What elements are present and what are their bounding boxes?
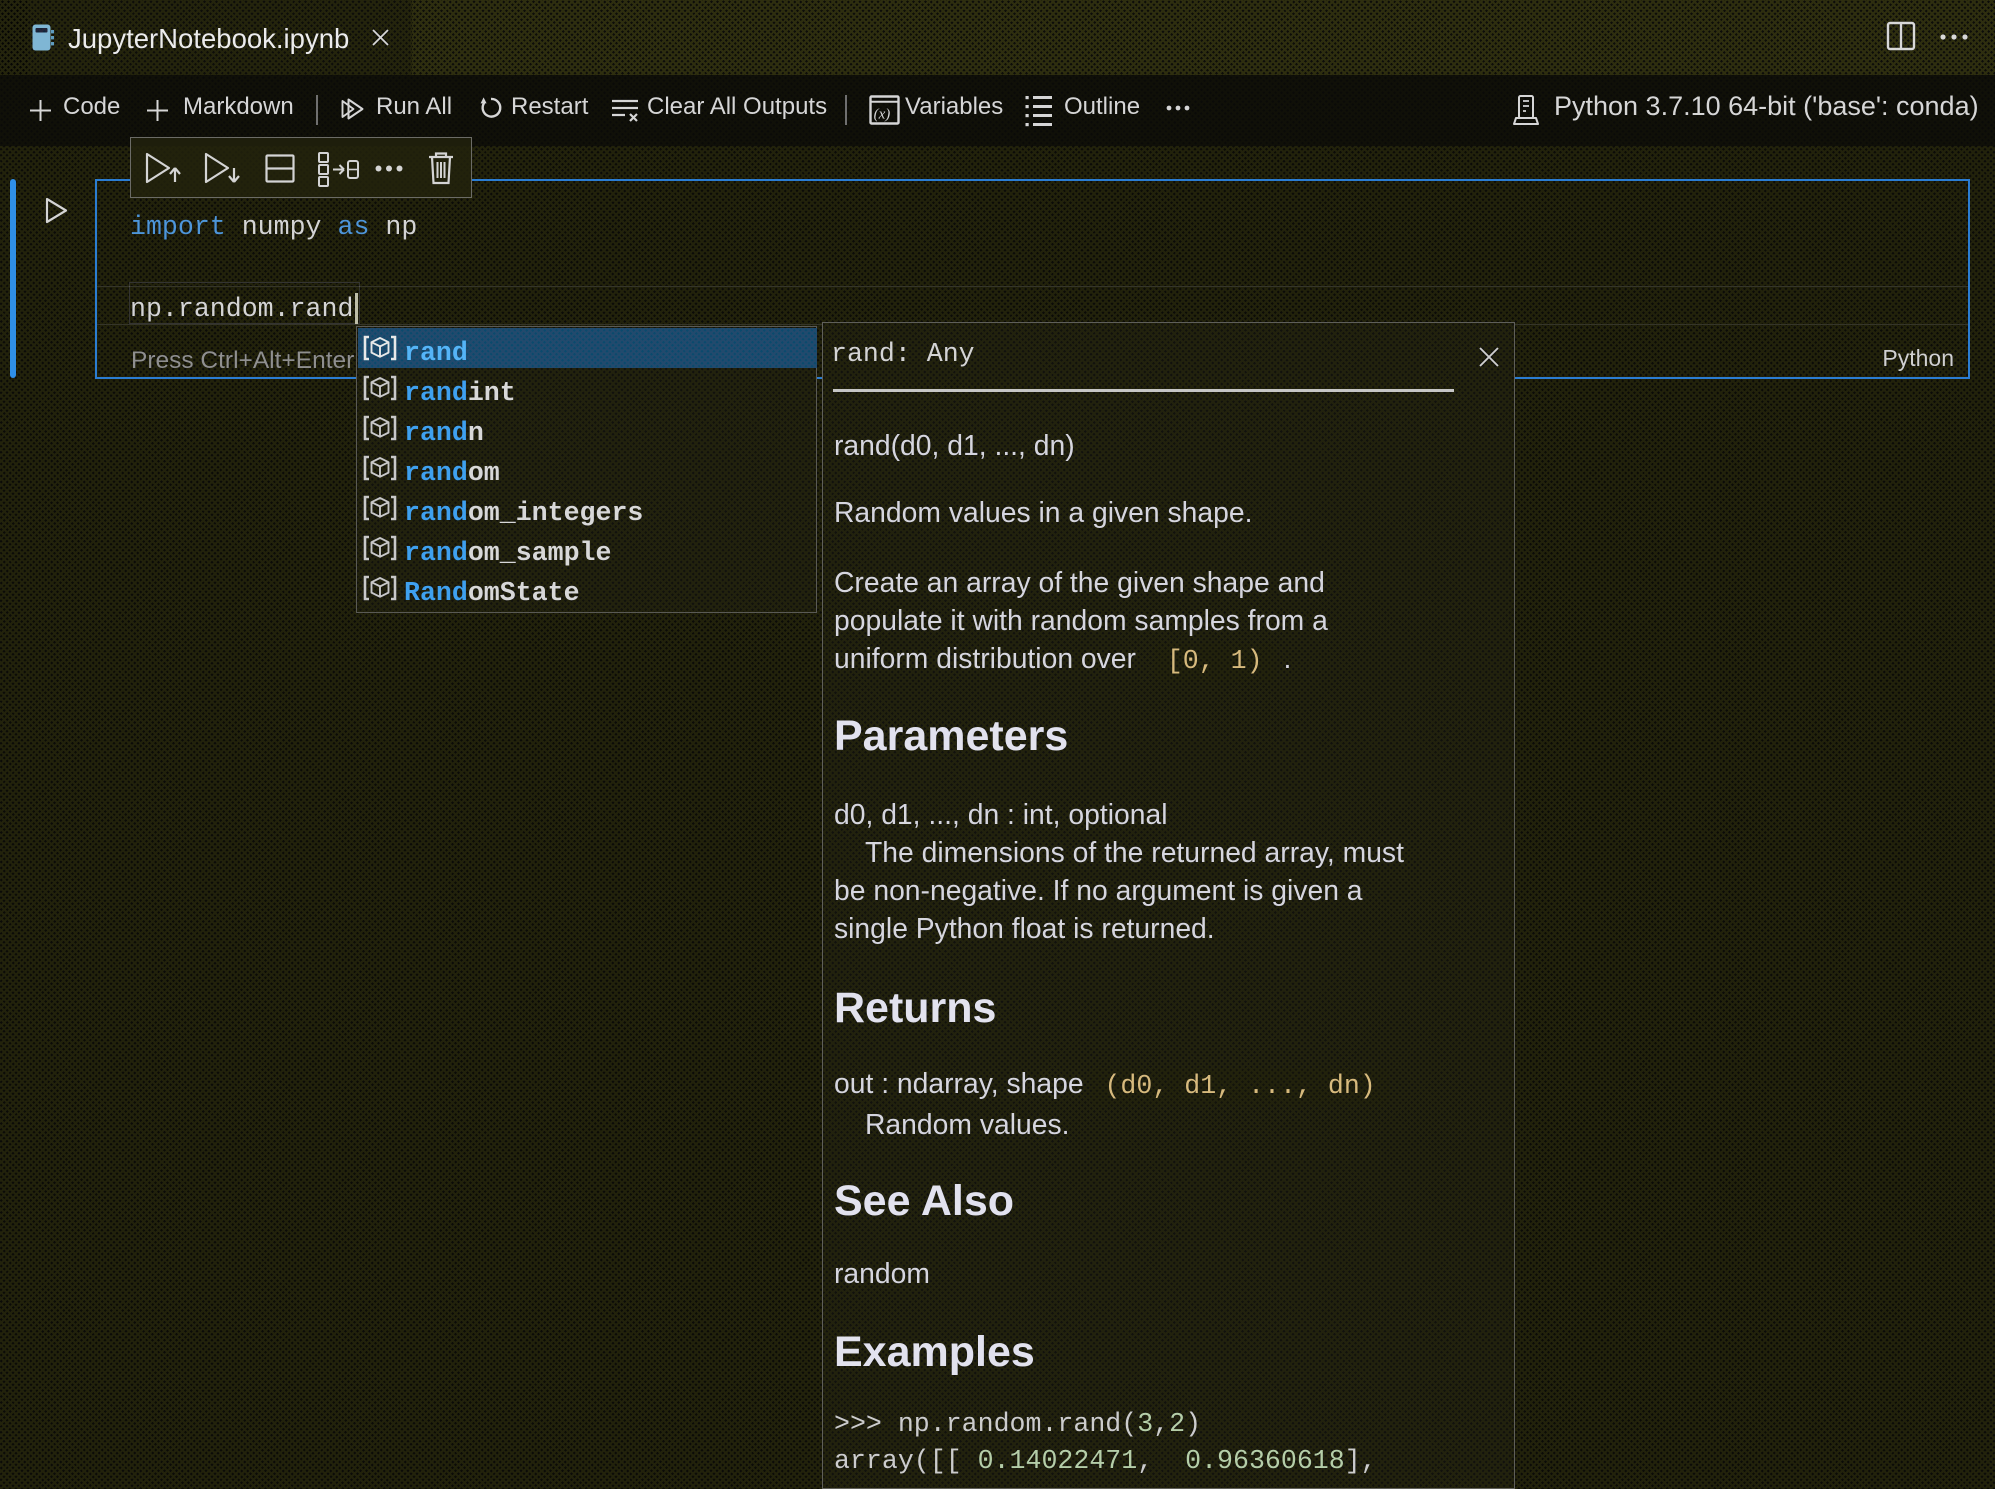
- svg-text:(x): (x): [874, 107, 891, 123]
